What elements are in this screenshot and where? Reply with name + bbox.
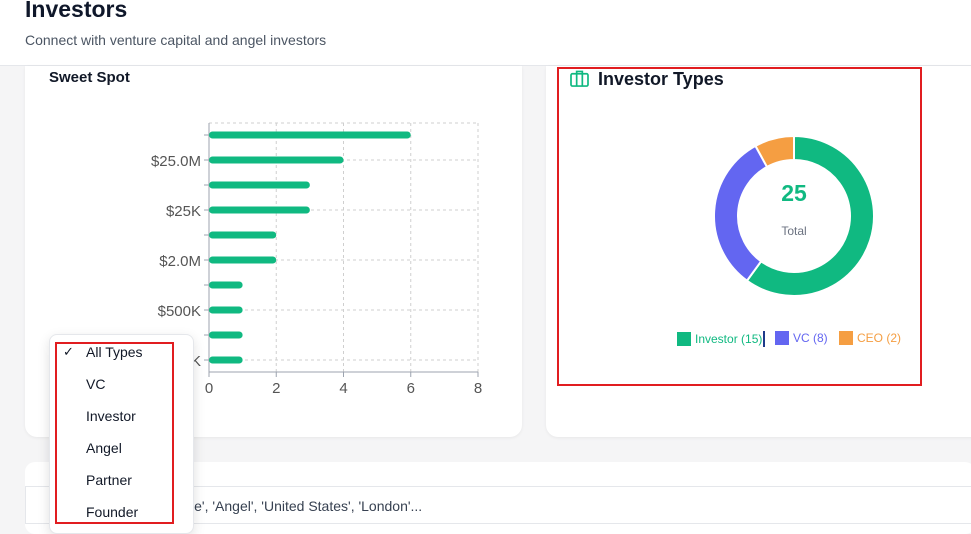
dropdown-option-founder[interactable]: Founder <box>86 504 138 520</box>
donut-total-label: Total <box>781 224 807 238</box>
legend-label-ceo: CEO (2) <box>857 331 902 345</box>
x-tick-label-1: 2 <box>272 380 280 397</box>
text-cursor <box>763 331 766 347</box>
legend-swatch-vc <box>775 331 789 345</box>
investor-types-donut <box>713 135 875 297</box>
y-tick-label-3: $25K <box>166 203 201 220</box>
donut-total-value: 25 <box>781 180 807 206</box>
donut-slice-1[interactable] <box>713 144 769 283</box>
search-input-text: nture', 'Angel', 'United States', 'Londo… <box>170 498 423 514</box>
dropdown-option-partner[interactable]: Partner <box>86 472 132 488</box>
dropdown-option-all-types[interactable]: All Types <box>86 344 143 360</box>
bar-8[interactable] <box>209 331 243 339</box>
bar-7[interactable] <box>209 306 243 314</box>
y-tick-label-1: $25.0M <box>151 153 201 170</box>
legend-swatch-ceo <box>839 331 853 345</box>
legend-swatch-investor <box>677 332 691 346</box>
x-tick-label-4: 8 <box>474 380 482 397</box>
checkmark-icon: ✓ <box>63 344 74 359</box>
bar-9[interactable] <box>209 356 243 364</box>
dropdown-option-vc[interactable]: VC <box>86 376 105 392</box>
legend-label-vc: VC (8) <box>793 331 828 345</box>
x-tick-label-3: 6 <box>407 380 415 397</box>
bar-6[interactable] <box>209 281 243 289</box>
x-tick-label-2: 4 <box>339 380 347 397</box>
y-tick-label-7: $500K <box>158 303 201 320</box>
dropdown-highlight <box>55 342 174 524</box>
bar-3[interactable] <box>209 206 310 214</box>
legend-item-ceo[interactable]: CEO (2) <box>839 331 901 345</box>
legend-item-vc[interactable]: VC (8) <box>775 331 828 345</box>
bar-2[interactable] <box>209 181 310 189</box>
bar-0[interactable] <box>209 131 411 139</box>
dropdown-option-angel[interactable]: Angel <box>86 440 122 456</box>
bar-1[interactable] <box>209 156 344 164</box>
investor-types-title: Investor Types <box>598 69 724 89</box>
bar-4[interactable] <box>209 231 277 239</box>
briefcase-icon <box>570 70 589 87</box>
x-tick-label-0: 0 <box>205 380 213 397</box>
y-tick-label-5: $2.0M <box>159 253 201 270</box>
legend-item-investor[interactable]: Investor (15) <box>677 331 766 347</box>
bar-5[interactable] <box>209 256 277 264</box>
dropdown-option-investor[interactable]: Investor <box>86 408 136 424</box>
legend-label-investor: Investor (15) <box>695 332 763 346</box>
